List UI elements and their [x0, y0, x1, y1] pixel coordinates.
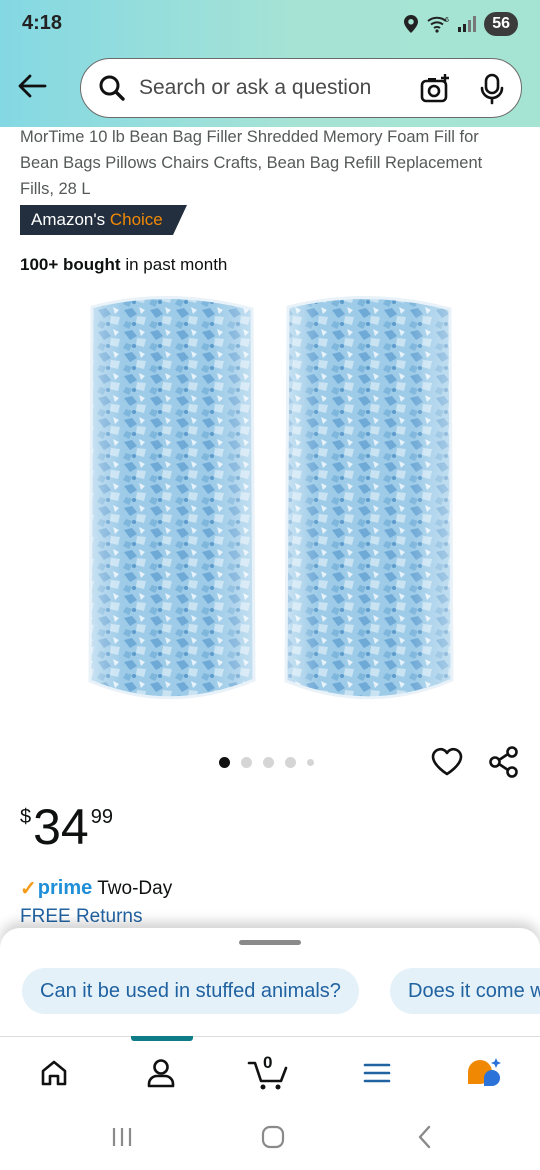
price: $ 34 99 — [20, 798, 113, 856]
search-bar[interactable] — [80, 58, 522, 118]
system-back-button[interactable] — [405, 1122, 445, 1152]
bottom-navigation: 0 — [0, 1036, 540, 1110]
foam-bag-right — [284, 295, 454, 700]
question-chip[interactable]: Does it come w — [390, 968, 540, 1014]
system-navigation-bar — [0, 1110, 540, 1170]
nav-menu[interactable] — [352, 1051, 402, 1095]
search-icon — [97, 73, 127, 103]
product-image[interactable] — [70, 285, 470, 715]
recent-apps-icon — [112, 1128, 132, 1146]
price-whole: 34 — [33, 799, 89, 855]
free-returns-link[interactable]: FREE Returns — [20, 906, 142, 928]
nav-home[interactable] — [29, 1051, 79, 1095]
nav-account[interactable] — [136, 1051, 186, 1095]
header: 4:18 6 56 — [0, 0, 540, 127]
image-carousel-dots[interactable] — [219, 757, 314, 768]
carousel-dot[interactable] — [219, 757, 230, 768]
carousel-dot[interactable] — [307, 759, 314, 766]
location-icon — [404, 15, 419, 33]
account-icon — [147, 1059, 175, 1088]
recent-apps-button[interactable] — [102, 1122, 142, 1152]
question-chip[interactable]: Can it be used in stuffed animals? — [22, 968, 359, 1014]
search-input[interactable] — [139, 76, 394, 100]
home-circle-icon — [261, 1125, 285, 1149]
microphone-icon[interactable] — [479, 73, 505, 110]
system-back-icon — [418, 1125, 431, 1149]
prime-check-icon: ✓ — [20, 878, 37, 900]
menu-icon — [363, 1063, 391, 1083]
status-time: 4:18 — [22, 12, 63, 34]
carousel-dot[interactable] — [263, 757, 274, 768]
foam-bag-left — [88, 295, 256, 700]
rufus-assistant-icon — [468, 1058, 501, 1086]
nav-cart[interactable]: 0 — [243, 1051, 293, 1095]
home-system-button[interactable] — [253, 1122, 293, 1152]
share-icon — [489, 746, 518, 778]
prime-logo: ✓ prime — [20, 876, 92, 901]
status-icons: 6 56 — [404, 12, 518, 36]
amazons-choice-badge: Amazon's Choice — [20, 205, 187, 235]
product-title[interactable]: MorTime 10 lb Bean Bag Filler Shredded M… — [20, 124, 520, 202]
share-button[interactable] — [487, 745, 521, 784]
back-button[interactable] — [12, 68, 52, 104]
carousel-dot[interactable] — [285, 757, 296, 768]
carousel-dot[interactable] — [241, 757, 252, 768]
delivery-speed: Two-Day — [97, 877, 173, 899]
wifi-icon: 6 — [427, 16, 449, 33]
prime-label: prime — [37, 877, 93, 899]
price-currency: $ — [20, 806, 32, 828]
bought-count-bold: 100+ bought — [20, 255, 121, 274]
badge-highlight: Choice — [109, 210, 163, 229]
home-icon — [41, 1060, 67, 1086]
nav-active-indicator — [131, 1036, 193, 1041]
wishlist-button[interactable] — [430, 745, 464, 784]
svg-text:6: 6 — [445, 17, 449, 24]
heart-icon — [431, 747, 463, 776]
sheet-drag-handle[interactable] — [239, 940, 301, 945]
prime-delivery: ✓ prime Two-Day — [20, 876, 172, 901]
battery-indicator: 56 — [484, 12, 518, 36]
price-fraction: 99 — [90, 806, 113, 828]
bought-count: 100+ bought in past month — [20, 255, 227, 275]
cart-count: 0 — [263, 1053, 273, 1072]
signal-icon — [458, 16, 477, 32]
badge-prefix: Amazon's — [31, 210, 106, 229]
questions-sheet: Can it be used in stuffed animals? Does … — [0, 928, 540, 1038]
nav-rufus[interactable] — [460, 1051, 510, 1095]
bought-count-rest: in past month — [120, 255, 228, 274]
camera-search-icon[interactable] — [419, 73, 451, 110]
back-arrow-icon — [18, 74, 47, 98]
